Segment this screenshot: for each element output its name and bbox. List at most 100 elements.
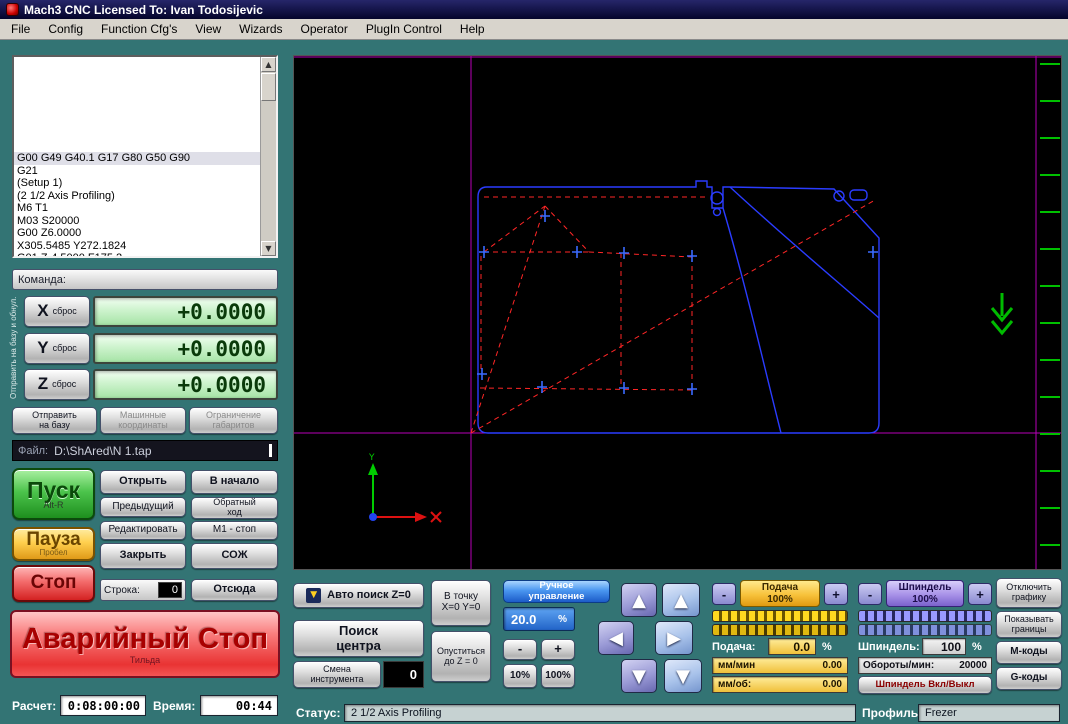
profile-value: Frezer: [918, 704, 1060, 722]
spindle-increase-button[interactable]: +: [968, 583, 992, 605]
gcode-line[interactable]: G01 Z-4.5000 F175.2: [14, 252, 276, 256]
menu-plugin-control[interactable]: PlugIn Control: [357, 20, 451, 38]
jog-down-alt-icon[interactable]: ▼: [664, 659, 702, 693]
y-dro-display[interactable]: +0.0000: [93, 333, 278, 364]
scrollbar-thumb[interactable]: [261, 73, 276, 101]
loaded-file-display: Файл: D:\ShAred\N 1.tap: [12, 440, 278, 461]
gcode-line[interactable]: (Setup 1): [14, 177, 276, 190]
calc-time-display: 0:08:00:00: [60, 695, 146, 716]
z-zero-button[interactable]: Z сброс: [24, 369, 90, 400]
menu-help[interactable]: Help: [451, 20, 494, 38]
manual-control-button[interactable]: Ручное управление: [503, 580, 610, 603]
show-bounds-button[interactable]: Показывать границы: [996, 611, 1062, 638]
jog-100pct-button[interactable]: 100%: [541, 664, 575, 688]
close-file-button[interactable]: Закрыть: [100, 543, 186, 569]
y-axis-glyph: Y: [368, 453, 375, 463]
gcode-scrollbar[interactable]: ▲ ▼: [260, 57, 276, 256]
x-zero-button[interactable]: X сброс: [24, 296, 90, 327]
rewind-button[interactable]: В начало: [191, 470, 278, 494]
command-input[interactable]: Команда:: [12, 269, 278, 290]
gcode-line[interactable]: M03 S20000: [14, 215, 276, 228]
find-center-line1: Поиск: [338, 623, 378, 639]
auto-zero-z-button[interactable]: ▼ Авто поиск Z=0: [293, 583, 424, 608]
jog-10pct-button[interactable]: 10%: [503, 664, 537, 688]
m1-stop-button[interactable]: M1 - стоп: [191, 521, 278, 540]
toolpath-display[interactable]: Y: [293, 55, 1062, 570]
jog-up-alt-icon[interactable]: ▲: [662, 583, 700, 617]
spindle-on-off-button[interactable]: Шпиндель Вкл/Выкл: [858, 676, 992, 694]
lower-to-z0-button[interactable]: Опуститься до Z = 0: [431, 631, 491, 682]
jog-up-icon[interactable]: ▲: [621, 583, 657, 617]
scroll-down-icon[interactable]: ▼: [261, 241, 276, 256]
pause-button[interactable]: Пауза Пробел: [12, 527, 95, 561]
find-center-button[interactable]: Поиск центра: [293, 620, 424, 657]
tool-change-button[interactable]: Смена инструмента: [293, 661, 381, 688]
m-codes-button[interactable]: М-коды: [996, 641, 1062, 664]
goto-xy-zero-button[interactable]: В точку X=0 Y=0: [431, 580, 491, 626]
rpm-value: 20000: [959, 660, 987, 671]
y-zero-button[interactable]: Y сброс: [24, 333, 90, 364]
feed-decrease-button[interactable]: -: [712, 583, 736, 605]
menu-config[interactable]: Config: [39, 20, 92, 38]
machine-coords-button[interactable]: Машинные координаты: [100, 407, 186, 434]
menu-function-cfgs[interactable]: Function Cfg's: [92, 20, 186, 38]
previous-line-button[interactable]: Предыдущий: [100, 497, 186, 517]
menu-file[interactable]: File: [2, 20, 39, 38]
spindle-decrease-button[interactable]: -: [858, 583, 882, 605]
feed-rate-slider[interactable]: [712, 624, 848, 636]
spindle-override-slider[interactable]: [858, 610, 992, 622]
soft-limits-line2: габаритов: [212, 419, 255, 430]
gcode-line[interactable]: (2 1/2 Axis Profiling): [14, 190, 276, 203]
menu-view[interactable]: View: [186, 20, 230, 38]
scroll-up-icon[interactable]: ▲: [261, 57, 276, 72]
coolant-button[interactable]: СОЖ: [191, 543, 278, 569]
feed-label: Подача:: [712, 640, 756, 653]
feed-increase-button[interactable]: +: [824, 583, 848, 605]
gcode-line[interactable]: X305.5485 Y272.1824: [14, 240, 276, 253]
jog-increase-button[interactable]: +: [541, 639, 575, 660]
edit-gcode-button[interactable]: Редактировать: [100, 521, 186, 540]
z-dro-display[interactable]: +0.0000: [93, 369, 278, 400]
emergency-stop-label: Аварийный Стоп: [21, 623, 269, 655]
run-from-here-button[interactable]: Отсюда: [191, 579, 278, 601]
menu-operator[interactable]: Operator: [292, 20, 357, 38]
jog-down-icon[interactable]: ▼: [621, 659, 657, 693]
x-dro-display[interactable]: +0.0000: [93, 296, 278, 327]
gcode-line[interactable]: G00 Z6.0000: [14, 227, 276, 240]
y-reset-label: сброс: [52, 342, 77, 353]
spindle-unit: %: [972, 640, 982, 653]
jog-left-icon[interactable]: ◀: [598, 621, 634, 655]
calc-time-label: Расчет:: [12, 698, 57, 713]
gcode-listing[interactable]: G00 G49 G40.1 G17 G80 G50 G90 G21 (Setup…: [12, 55, 278, 258]
scrollbar-track[interactable]: [261, 101, 276, 241]
hide-graphics-button[interactable]: Отключить графику: [996, 578, 1062, 608]
goto-home-button[interactable]: Отправить на базу: [12, 407, 97, 434]
spindle-speed-slider[interactable]: [858, 624, 992, 636]
soft-limits-button[interactable]: Ограничение габаритов: [189, 407, 278, 434]
down-arrow-icon: ▼: [306, 588, 322, 603]
hide-graphics-line2: графику: [1011, 592, 1047, 602]
emergency-stop-hotkey: Тильда: [129, 655, 161, 665]
line-number-display[interactable]: 0: [158, 582, 182, 598]
cycle-start-button[interactable]: Пуск Alt-R: [12, 468, 95, 520]
menu-wizards[interactable]: Wizards: [230, 20, 291, 38]
g-codes-button[interactable]: G-коды: [996, 667, 1062, 690]
zero-all-side-label[interactable]: Отправить на базу и обнул.: [7, 296, 21, 400]
mach3-window: Mach3 CNC Licensed To: Ivan Todosijevic …: [0, 0, 1068, 724]
gcode-line-current[interactable]: G00 G49 G40.1 G17 G80 G50 G90: [14, 152, 276, 165]
spindle-rpm-display: Обороты/мин: 20000: [858, 657, 992, 674]
open-file-button[interactable]: Открыть: [100, 470, 186, 494]
emergency-stop-button[interactable]: Аварийный Стоп Тильда: [10, 610, 280, 678]
jog-right-icon[interactable]: ▶: [655, 621, 693, 655]
jog-percent-display[interactable]: 20.0 %: [503, 607, 575, 631]
stop-button[interactable]: Стоп: [12, 565, 95, 602]
gcode-line[interactable]: M6 T1: [14, 202, 276, 215]
mm-rev-label: мм/об:: [718, 679, 752, 690]
jog-decrease-button[interactable]: -: [503, 639, 537, 660]
tool-number-display[interactable]: 0: [383, 661, 424, 688]
file-label: Файл:: [18, 444, 49, 457]
gcode-line[interactable]: G21: [14, 165, 276, 178]
reverse-run-button[interactable]: Обратный ход: [191, 497, 278, 519]
find-center-line2: центра: [336, 637, 381, 653]
feed-override-slider[interactable]: [712, 610, 848, 622]
